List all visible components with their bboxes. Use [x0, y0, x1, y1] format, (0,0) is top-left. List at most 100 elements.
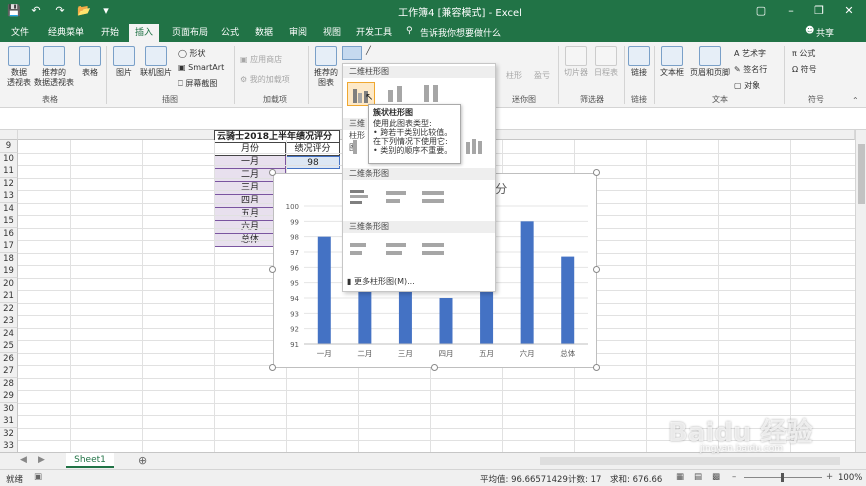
- tab-page-layout[interactable]: 页面布局: [166, 24, 214, 42]
- table-button[interactable]: 表格: [78, 46, 102, 78]
- tab-insert[interactable]: 插入: [129, 24, 159, 42]
- pivot-table-button[interactable]: 数据 透视表: [4, 46, 34, 88]
- row-header[interactable]: 11: [0, 165, 18, 178]
- recommended-pivot-button[interactable]: 推荐的 数据透视表: [34, 46, 74, 88]
- equation-button[interactable]: π 公式: [792, 48, 815, 59]
- online-pictures-button[interactable]: 联机图片: [138, 46, 174, 78]
- vertical-scrollbar[interactable]: [855, 130, 866, 452]
- resize-handle-br[interactable]: [593, 364, 600, 371]
- row-header[interactable]: 32: [0, 427, 18, 441]
- resize-handle-bl[interactable]: [269, 364, 276, 371]
- resize-handle-b[interactable]: [431, 364, 438, 371]
- recommended-charts-button[interactable]: 推荐的 图表: [312, 46, 340, 88]
- page-layout-view-icon[interactable]: ▤: [694, 472, 702, 482]
- row-header[interactable]: 20: [0, 277, 18, 291]
- customize-icon[interactable]: ▾: [98, 3, 114, 19]
- collapse-ribbon-icon[interactable]: ⌃: [852, 96, 859, 105]
- clustered-bar-option[interactable]: [347, 186, 375, 210]
- header-footer-button[interactable]: 页眉和页脚: [688, 46, 732, 78]
- row-header[interactable]: 16: [0, 227, 18, 241]
- chart-bar[interactable]: [520, 221, 534, 344]
- tab-home[interactable]: 开始: [96, 24, 124, 42]
- tab-view[interactable]: 视图: [318, 24, 346, 42]
- wordart-button[interactable]: A 艺术字: [734, 48, 766, 59]
- scroll-right-icon[interactable]: ▶: [38, 455, 45, 465]
- my-addins-button[interactable]: ⚙ 我的加载项: [240, 74, 290, 85]
- tab-data[interactable]: 数据: [250, 24, 278, 42]
- tell-me-search[interactable]: 告诉我你想要做什么: [420, 26, 501, 39]
- 3d-clustered-bar-option[interactable]: [347, 238, 375, 262]
- percent-stacked-column-option[interactable]: [419, 82, 447, 106]
- store-button[interactable]: ▣ 应用商店: [240, 54, 282, 65]
- signature-line-button[interactable]: ✎ 签名行: [734, 64, 767, 75]
- tab-classic-menu[interactable]: 经典菜单: [44, 24, 88, 42]
- timeline-button[interactable]: 日程表: [592, 46, 620, 78]
- resize-handle-r[interactable]: [593, 266, 600, 273]
- link-button[interactable]: 链接: [628, 46, 650, 78]
- row-header[interactable]: 15: [0, 215, 18, 228]
- tab-developer[interactable]: 开发工具: [352, 24, 396, 42]
- object-button[interactable]: ▢ 对象: [734, 80, 760, 91]
- close-icon[interactable]: ✕: [840, 2, 858, 20]
- scroll-left-icon[interactable]: ◀: [20, 455, 27, 465]
- redo-icon[interactable]: ↷: [52, 3, 68, 19]
- open-folder-icon[interactable]: 📂: [76, 3, 92, 19]
- row-header[interactable]: 17: [0, 240, 18, 253]
- row-header[interactable]: 28: [0, 377, 18, 391]
- symbol-button[interactable]: Ω 符号: [792, 64, 817, 75]
- chart-bar[interactable]: [317, 236, 331, 344]
- row-header[interactable]: 19: [0, 265, 18, 278]
- chart-bar[interactable]: [439, 298, 453, 344]
- horizontal-scrollbar[interactable]: [540, 457, 840, 465]
- smartart-button[interactable]: ▣ SmartArt: [178, 63, 224, 72]
- row-header[interactable]: 12: [0, 177, 18, 191]
- row-header[interactable]: 22: [0, 302, 18, 316]
- row-header[interactable]: 13: [0, 190, 18, 203]
- scroll-thumb[interactable]: [858, 144, 865, 204]
- stacked-bar-option[interactable]: [383, 186, 411, 210]
- screenshot-button[interactable]: ⎕ 屏幕截图: [178, 78, 217, 89]
- ribbon-display-icon[interactable]: ▢: [752, 2, 770, 20]
- restore-icon[interactable]: ❐: [810, 2, 828, 20]
- sparkline-winloss-button[interactable]: 盈亏: [534, 70, 550, 81]
- shapes-button[interactable]: ◯ 形状: [178, 48, 206, 59]
- more-column-charts-link[interactable]: ▮ 更多柱形图(M)...: [347, 276, 415, 287]
- percent-stacked-bar-option[interactable]: [419, 186, 447, 210]
- column-chart-dropdown[interactable]: [342, 46, 362, 60]
- resize-handle-l[interactable]: [269, 266, 276, 273]
- row-header[interactable]: 29: [0, 390, 18, 403]
- sheet-tab-sheet1[interactable]: Sheet1: [66, 453, 114, 468]
- resize-handle-tl[interactable]: [269, 169, 276, 176]
- table-title-cell[interactable]: 云骑士2018上半年绩况评分: [214, 130, 340, 143]
- minimize-icon[interactable]: –: [782, 2, 800, 20]
- zoom-in-icon[interactable]: +: [826, 472, 833, 482]
- page-break-view-icon[interactable]: ▩: [712, 472, 720, 482]
- row-header[interactable]: 23: [0, 315, 18, 328]
- sparkline-column-button[interactable]: 柱形: [506, 70, 522, 81]
- row-header[interactable]: 31: [0, 415, 18, 428]
- share-button[interactable]: 共享: [816, 26, 834, 39]
- slicer-button[interactable]: 切片器: [562, 46, 590, 78]
- score-cell-selected[interactable]: 98: [286, 156, 340, 169]
- macro-record-icon[interactable]: ▣: [34, 472, 42, 482]
- row-header[interactable]: 14: [0, 202, 18, 216]
- zoom-out-icon[interactable]: –: [732, 472, 736, 482]
- row-header[interactable]: 27: [0, 365, 18, 378]
- month-cell[interactable]: 一月: [215, 156, 285, 169]
- resize-handle-tr[interactable]: [593, 169, 600, 176]
- tab-review[interactable]: 审阅: [284, 24, 312, 42]
- row-header[interactable]: 30: [0, 402, 18, 416]
- row-header[interactable]: 33: [0, 440, 18, 452]
- undo-icon[interactable]: ↶: [28, 3, 44, 19]
- row-header[interactable]: 10: [0, 152, 18, 166]
- chart-bar[interactable]: [561, 256, 575, 344]
- line-chart-dropdown[interactable]: ╱: [366, 46, 371, 55]
- row-header[interactable]: 26: [0, 352, 18, 366]
- add-sheet-icon[interactable]: ⊕: [138, 454, 147, 467]
- header-month-cell[interactable]: 月份: [214, 143, 286, 156]
- stacked-column-option[interactable]: [383, 82, 411, 106]
- 3d-stacked-bar-option[interactable]: [383, 238, 411, 262]
- row-header[interactable]: 18: [0, 252, 18, 266]
- row-header[interactable]: 21: [0, 290, 18, 303]
- tab-file[interactable]: 文件: [6, 24, 34, 42]
